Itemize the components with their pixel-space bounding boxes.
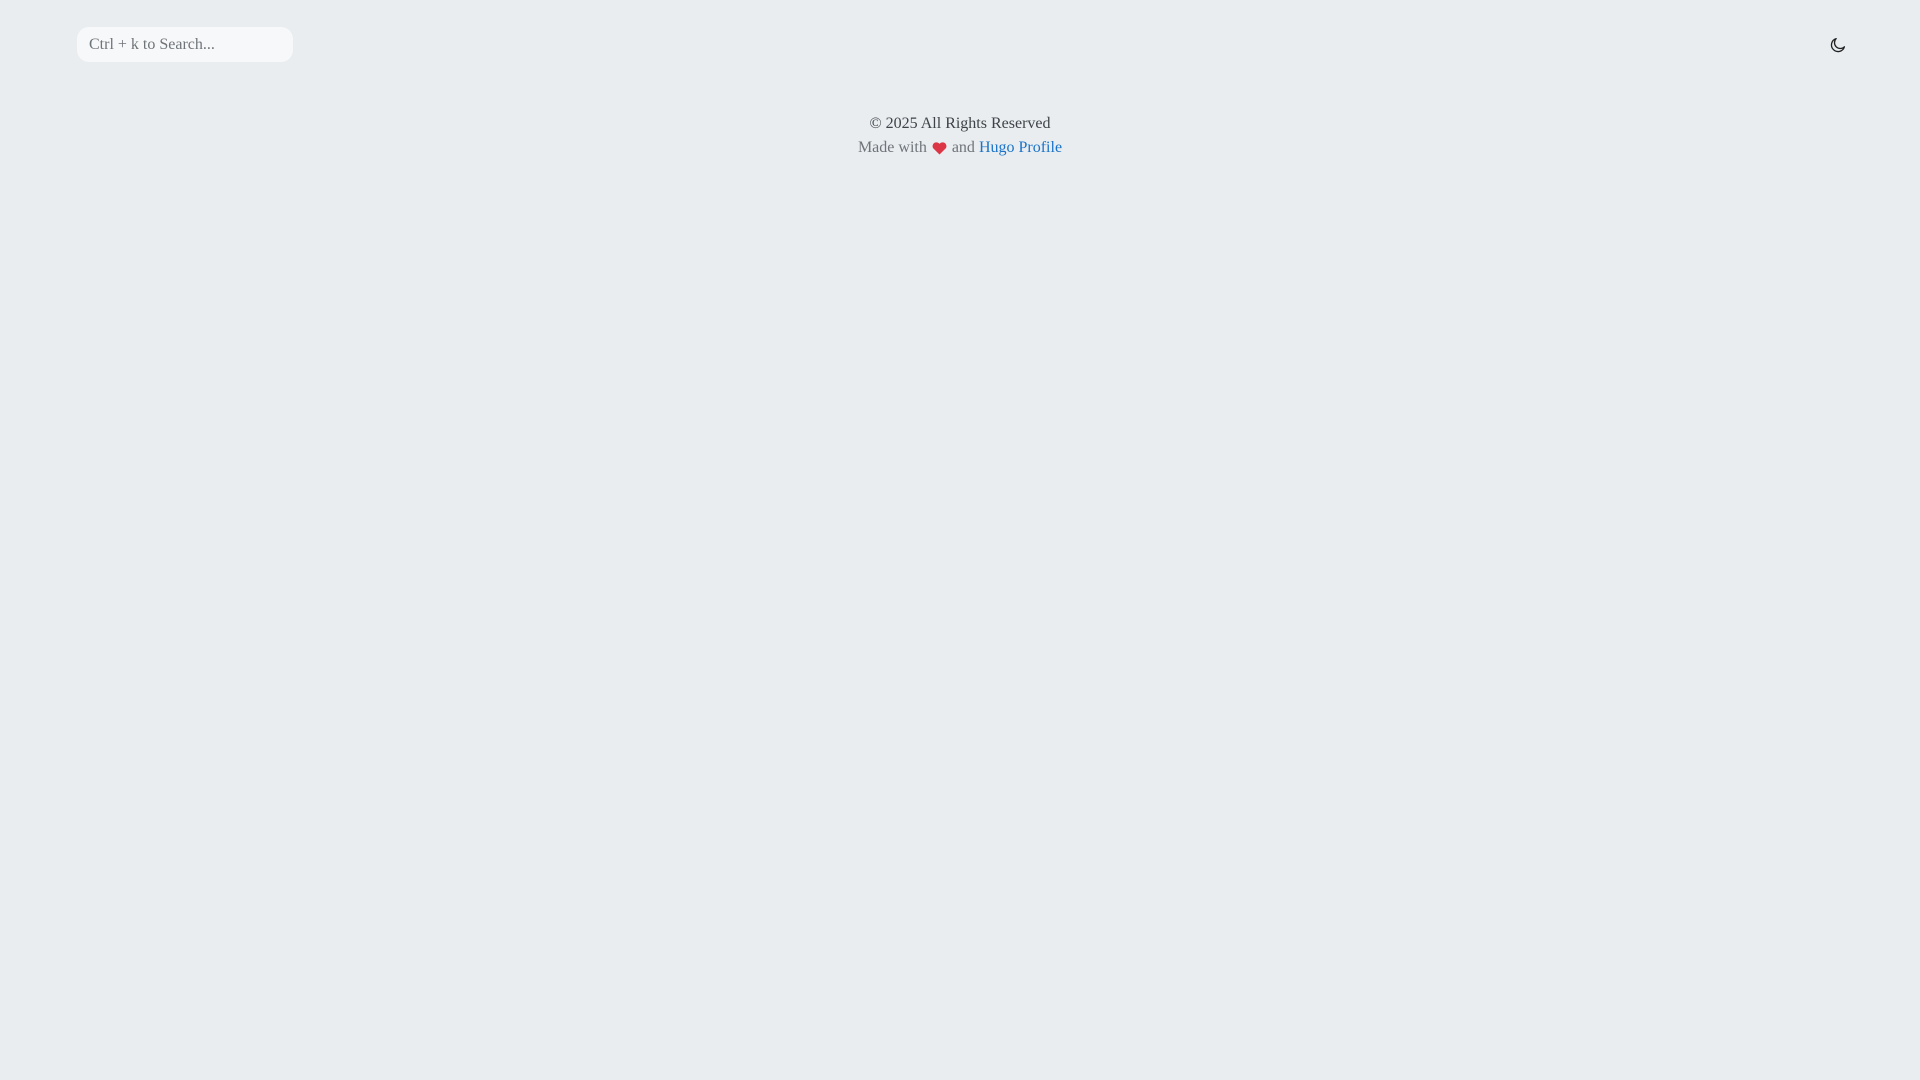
made-with-prefix: Made with — [857, 139, 927, 156]
search-input[interactable] — [77, 27, 293, 62]
heart-icon — [932, 141, 947, 155]
page: © 2025 All Rights Reserved Made with and… — [0, 0, 1920, 1080]
hugo-profile-link[interactable]: Hugo Profile — [979, 136, 1062, 160]
copyright-text: © 2025 All Rights Reserved — [869, 115, 1051, 132]
moon-icon — [1830, 37, 1846, 56]
navbar — [0, 0, 1920, 90]
footer: © 2025 All Rights Reserved Made with and… — [0, 112, 1920, 160]
and-text: and — [951, 139, 975, 156]
theme-toggle-button[interactable] — [1824, 34, 1852, 58]
made-with-line: Made with and Hugo Profile — [0, 136, 1920, 160]
